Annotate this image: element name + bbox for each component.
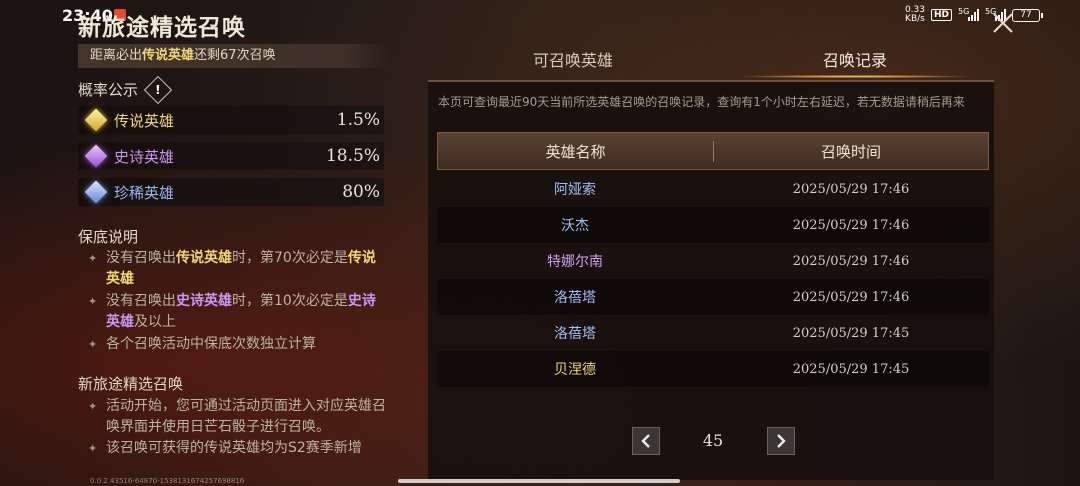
rate-row-legendary: 传说英雄 1.5% — [78, 106, 384, 134]
rate-name: 史诗英雄 — [114, 147, 175, 166]
rate-value: 1.5% — [336, 110, 380, 130]
hero-name: 贝涅德 — [554, 362, 596, 378]
table-row: 洛蓓塔 2025/05/29 17:46 — [437, 279, 989, 315]
rate-row-epic: 史诗英雄 18.5% — [78, 142, 384, 170]
rare-gem-icon — [84, 180, 108, 204]
summon-time: 2025/05/29 17:46 — [792, 253, 910, 269]
hero-name: 洛蓓塔 — [554, 290, 596, 306]
tab-bar: 可召唤英雄 召唤记录 — [432, 44, 996, 78]
hero-name: 特娜尔南 — [547, 254, 603, 270]
chevron-left-icon — [641, 434, 650, 448]
table-row: 洛蓓塔 2025/05/29 17:45 — [437, 315, 989, 351]
summon-time: 2025/05/29 17:46 — [792, 217, 910, 233]
table-row: 阿娅索 2025/05/29 17:46 — [437, 171, 989, 207]
rate-name: 珍稀英雄 — [114, 183, 175, 202]
hero-name: 阿娅索 — [554, 182, 596, 198]
table-row: 贝涅德 2025/05/29 17:45 — [437, 351, 989, 387]
rate-row-rare: 珍稀英雄 80% — [78, 178, 384, 206]
pity-rule-epic: 没有召唤出史诗英雄时，第10次必定是史诗英雄及以上 — [88, 291, 388, 333]
event-rule-1: 活动开始，您可通过活动页面进入对应英雄召唤界面并使用日芒石骰子进行召唤。 — [88, 396, 388, 438]
network-speed: 0.33 KB/s — [905, 6, 925, 24]
hd-badge: HD — [930, 9, 952, 21]
column-hero-name: 英雄名称 — [438, 140, 714, 162]
rate-name: 传说英雄 — [114, 111, 175, 130]
network-speed-unit: KB/s — [905, 14, 925, 24]
tab-summonable-heroes[interactable]: 可召唤英雄 — [432, 44, 714, 78]
table-row: 特娜尔南 2025/05/29 17:46 — [437, 243, 989, 279]
close-icon[interactable] — [990, 10, 1016, 36]
rate-value: 80% — [342, 182, 380, 202]
summon-time: 2025/05/29 17:46 — [792, 181, 910, 197]
page-title: 新旅途精选召唤 — [78, 14, 246, 41]
summon-time: 2025/05/29 17:46 — [792, 289, 910, 305]
probability-title: 概率公示 ! — [78, 75, 173, 104]
hero-name: 沃杰 — [561, 218, 589, 234]
summon-time: 2025/05/29 17:45 — [792, 361, 910, 377]
tab-summon-records[interactable]: 召唤记录 — [714, 44, 996, 78]
battery-icon: 77 — [1012, 8, 1043, 22]
epic-gem-icon — [84, 144, 108, 168]
pity-rule-legendary: 没有召唤出传说英雄时，第70次必定是传说英雄 — [88, 248, 388, 290]
column-summon-time: 召唤时间 — [820, 142, 881, 161]
status-indicators: 0.33 KB/s HD 5G 5G 77 — [905, 6, 1043, 24]
event-rule-2: 该召唤可获得的传说英雄均为S2赛季新增 — [88, 438, 388, 459]
pity-remaining-banner: 距离必出传说英雄还剩67次召唤 — [78, 44, 390, 68]
chevron-right-icon — [777, 434, 786, 448]
remain-suffix: 还剩67次召唤 — [194, 48, 276, 63]
signal-icon: 5G — [958, 7, 979, 21]
page-number: 45 — [702, 431, 724, 450]
hero-name: 洛蓓塔 — [554, 326, 596, 342]
pity-rule-independent: 各个召唤活动中保底次数独立计算 — [88, 334, 388, 355]
table-row: 沃杰 2025/05/29 17:46 — [437, 207, 989, 243]
rate-value: 18.5% — [325, 146, 380, 166]
home-indicator[interactable] — [398, 479, 680, 483]
prev-page-button[interactable] — [632, 427, 660, 455]
event-section-title: 新旅途精选召唤 — [78, 375, 184, 393]
remain-prefix: 距离必出 — [90, 48, 143, 63]
info-icon[interactable]: ! — [143, 75, 173, 104]
build-id: 0.0.2.43516-64870-1538131674257698816 — [90, 477, 245, 485]
legendary-gem-icon — [84, 108, 108, 132]
pity-section-title: 保底说明 — [78, 228, 139, 246]
next-page-button[interactable] — [767, 427, 795, 455]
summon-time: 2025/05/29 17:45 — [792, 325, 910, 341]
records-table-header: 英雄名称 召唤时间 — [437, 132, 989, 170]
probability-title-label: 概率公示 — [78, 81, 139, 99]
remain-highlight: 传说英雄 — [142, 48, 195, 63]
records-notice: 本页可查询最近90天当前所选英雄召唤的召唤记录，查询有1个小时左右延迟，若无数据… — [438, 95, 965, 109]
